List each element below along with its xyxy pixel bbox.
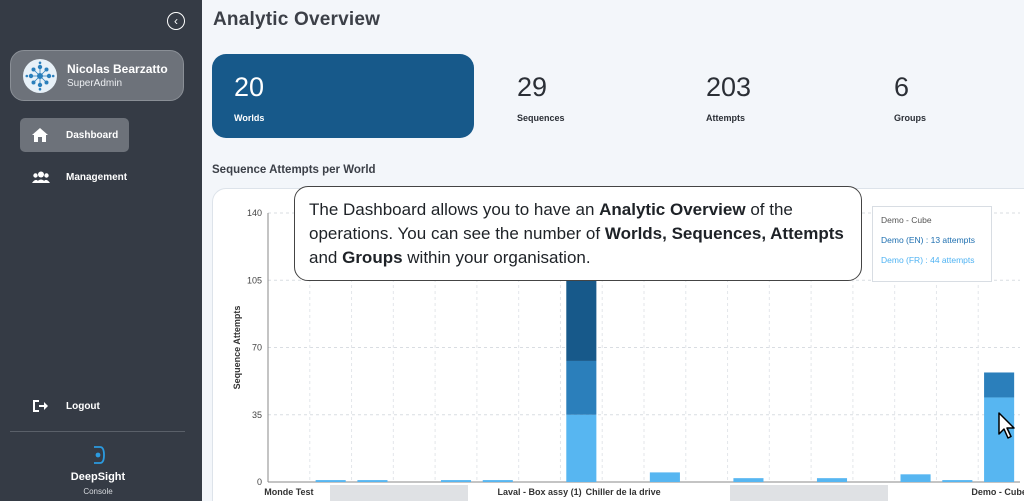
- x-tick-label: Demo - Cube: [971, 487, 1024, 497]
- bar-segment: [566, 414, 597, 482]
- y-axis-label: Sequence Attempts: [232, 306, 242, 390]
- y-tick-label: 35: [252, 410, 262, 420]
- x-tick-label: Laval - Box assy (1): [498, 487, 582, 497]
- tooltip-series-en: Demo (EN) : 13 attempts: [881, 235, 976, 245]
- tooltip-title: Demo - Cube: [881, 215, 932, 225]
- bar-segment: [566, 360, 597, 415]
- bar-segment: [482, 480, 513, 482]
- callout-text-segment: within your organisation.: [402, 247, 591, 267]
- bar-segment: [733, 478, 764, 482]
- chart-tooltip: Demo - Cube Demo (EN) : 13 attempts Demo…: [872, 206, 992, 282]
- bar-segment: [566, 274, 597, 361]
- callout-text-segment: Analytic Overview: [599, 200, 746, 219]
- redacted-label: [730, 485, 888, 501]
- y-tick-label: 105: [247, 275, 262, 285]
- bar-segment: [649, 472, 680, 482]
- tooltip-series-fr: Demo (FR) : 44 attempts: [881, 255, 975, 265]
- x-tick-label: Chiller de la drive: [586, 487, 661, 497]
- bar-segment: [942, 480, 973, 482]
- bar-segment: [816, 478, 848, 482]
- callout-text-segment: The Dashboard allows you to have an: [309, 200, 600, 219]
- bar-segment: [315, 480, 346, 482]
- y-tick-label: 0: [257, 477, 262, 487]
- bar-segment: [900, 474, 931, 482]
- callout-text-segment: Groups: [342, 247, 403, 267]
- callout-text-segment: Worlds, Sequences, Attempts: [604, 223, 844, 243]
- tutorial-callout: The Dashboard allows you to have an Anal…: [294, 186, 862, 281]
- x-tick-label: Monde Test: [264, 487, 313, 497]
- y-tick-label: 140: [247, 208, 262, 218]
- bar-segment: [440, 480, 472, 482]
- mouse-cursor-icon: [998, 412, 1015, 439]
- bar-segment: [357, 480, 388, 482]
- y-tick-label: 70: [252, 343, 262, 353]
- callout-text-segment: and: [309, 247, 343, 267]
- redacted-label: [330, 485, 468, 501]
- bar-segment: [984, 372, 1015, 398]
